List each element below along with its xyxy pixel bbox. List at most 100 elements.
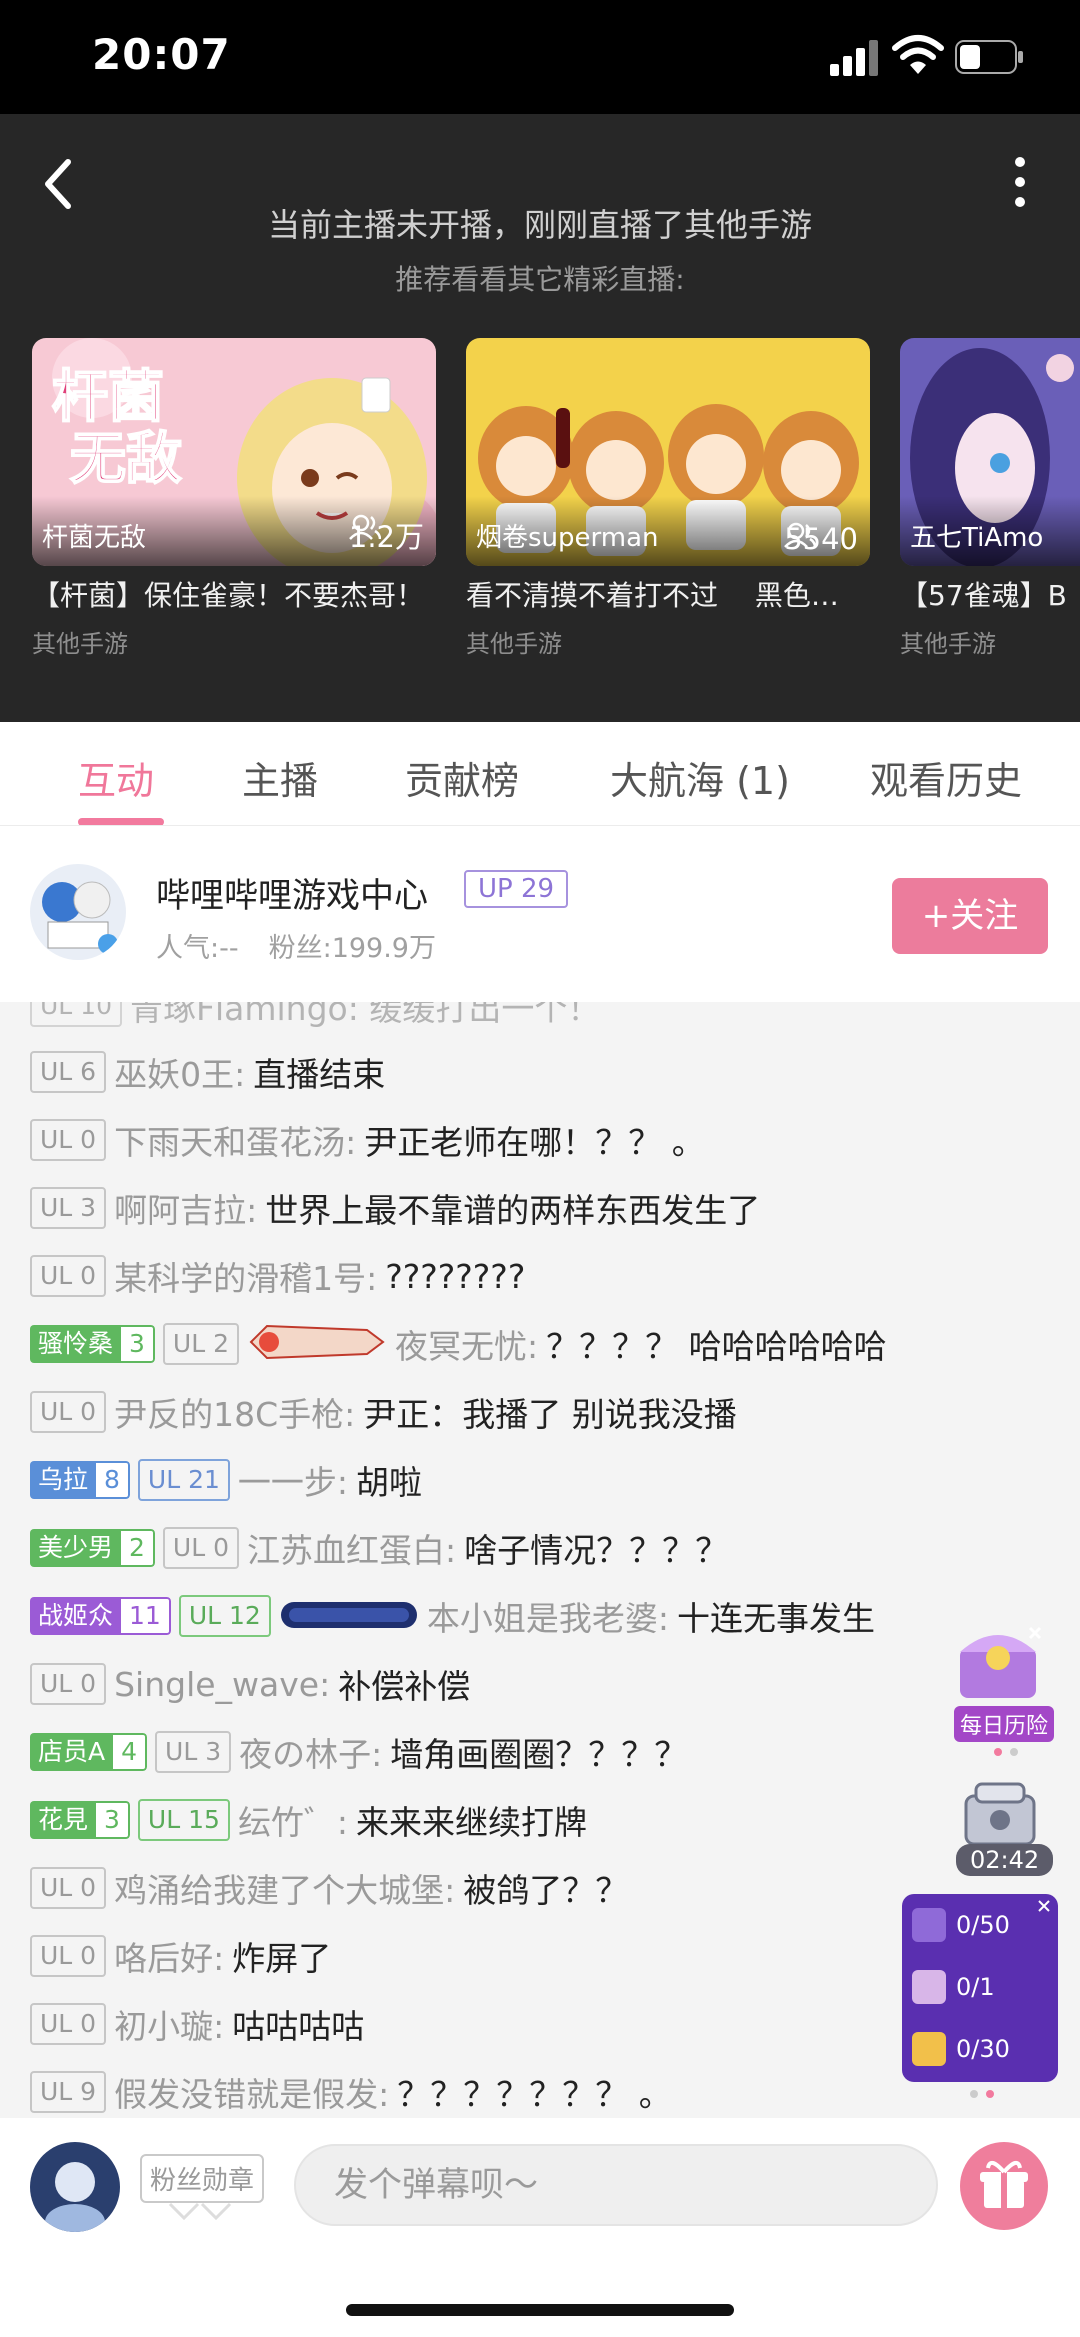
chat-text: 胡啦 bbox=[356, 1463, 423, 1502]
fans-count: 粉丝:199.9万 bbox=[268, 933, 436, 964]
chat-username[interactable]: 尹反的18C手枪: bbox=[114, 1388, 355, 1436]
box-timer-widget[interactable]: 02:42 bbox=[952, 1778, 1062, 1876]
medal-level: 8 bbox=[96, 1461, 130, 1499]
chat-username[interactable]: 本小姐是我老婆: bbox=[427, 1592, 669, 1640]
chat-text: ？？？？ 哈哈哈哈哈哈 bbox=[546, 1327, 887, 1366]
fan-medal-badge: 花見 3 bbox=[30, 1801, 130, 1839]
user-avatar[interactable] bbox=[30, 2142, 120, 2232]
fan-medal-button[interactable]: 粉丝勋章 bbox=[140, 2154, 265, 2203]
chat-username[interactable]: 一一步: bbox=[238, 1456, 348, 1504]
user-level-badge: UL 0 bbox=[30, 1255, 107, 1297]
live-card[interactable]: 五七TiAmo 【57雀魂】B 其他手游 bbox=[900, 338, 1080, 659]
fan-medal-badge: 骚怜桑 3 bbox=[30, 1325, 155, 1363]
tab-interaction[interactable]: 互动 bbox=[78, 750, 154, 805]
user-level-badge: UL 10 bbox=[30, 1002, 122, 1027]
medal-name: 美少男 bbox=[30, 1529, 122, 1567]
medal-level: 11 bbox=[121, 1597, 171, 1635]
follow-button[interactable]: +关注 bbox=[892, 878, 1048, 954]
chat-message: 美少男 2 UL 0 江苏血红蛋白: 啥子情况？？？？ bbox=[30, 1526, 728, 1570]
input-bar: 粉丝勋章 发个弹幕呗～ bbox=[0, 2118, 1080, 2337]
live-card[interactable]: 烟卷superman 5540 看不清摸不着打不过 黑色… 其他手游 bbox=[466, 338, 870, 659]
chat-username[interactable]: 夜冥无忧: bbox=[395, 1320, 538, 1368]
live-thumbnail[interactable]: 五七TiAmo bbox=[900, 338, 1080, 566]
chat-username[interactable]: 鸡涌给我建了个大城堡: bbox=[114, 1864, 455, 1912]
chat-text: 咕咕咕咕 bbox=[232, 2007, 365, 2046]
chat-message: UL 0 鸡涌给我建了个大城堡: 被鸽了？？ bbox=[30, 1866, 628, 1910]
medal-name: 战姬众 bbox=[30, 1597, 122, 1635]
viewers-icon bbox=[348, 514, 381, 540]
live-title: 看不清摸不着打不过 黑色… bbox=[466, 579, 839, 612]
medal-name: 骚怜桑 bbox=[30, 1325, 122, 1363]
live-title: 【57雀魂】B bbox=[900, 579, 1067, 612]
svg-text:杆菌: 杆菌 bbox=[52, 365, 164, 430]
gift-button[interactable] bbox=[960, 2142, 1048, 2230]
chat-text: 十连无事发生 bbox=[676, 1599, 875, 1638]
chat-text: 啥子情况？？？？ bbox=[464, 1531, 729, 1570]
live-category: 其他手游 bbox=[466, 630, 562, 658]
tab-contribution-rank[interactable]: 贡献榜 bbox=[405, 750, 519, 805]
popularity: 人气:-- bbox=[156, 933, 239, 964]
chat-message: UL 9 假发没错就是假发:？？？？？？？ 。 bbox=[30, 2070, 672, 2114]
task-panel[interactable]: 0/50 0/1 0/30 bbox=[902, 1894, 1058, 2082]
live-thumbnail[interactable]: 杆菌 无敌 杆菌无敌 1.2万 bbox=[32, 338, 436, 566]
tab-guard[interactable]: 大航海 (1) bbox=[610, 750, 790, 805]
live-card[interactable]: 杆菌 无敌 杆菌无敌 1.2万 【杆菌】保住雀豪！不要杰哥！ 其他手游 bbox=[32, 338, 436, 659]
chat-text: 来来来继续打牌 bbox=[356, 1803, 588, 1842]
chat-username[interactable]: 假发没错就是假发: bbox=[114, 2068, 389, 2116]
tab-anchor[interactable]: 主播 bbox=[242, 750, 318, 805]
user-level-badge: UL 3 bbox=[30, 1187, 107, 1229]
chat-message: UL 0 尹反的18C手枪: 尹正：我播了 别说我没播 bbox=[30, 1390, 737, 1434]
anchor-info: 哔哩哔哩游戏中心 UP 29 人气:-- 粉丝:199.9万 +关注 bbox=[0, 826, 1080, 1002]
chat-username[interactable]: 江苏血红蛋白: bbox=[247, 1524, 456, 1572]
medal-name: 乌拉 bbox=[30, 1461, 97, 1499]
medal-name: 店员A bbox=[30, 1733, 114, 1771]
close-icon[interactable] bbox=[1036, 1898, 1052, 1914]
live-title: 【杆菌】保住雀豪！不要杰哥！ bbox=[32, 579, 425, 612]
chat-username[interactable]: 纭竹゛: bbox=[238, 1796, 348, 1844]
live-category: 其他手游 bbox=[900, 630, 996, 658]
status-bar: 20:07 bbox=[0, 0, 1080, 114]
chat-username[interactable]: 咯后好: bbox=[114, 1932, 224, 1980]
danmaku-input[interactable]: 发个弹幕呗～ bbox=[294, 2144, 938, 2226]
daily-adventure-widget[interactable]: 每日历险 bbox=[950, 1618, 1060, 1756]
medal-level: 4 bbox=[113, 1733, 148, 1771]
chat-username[interactable]: 夜の林子: bbox=[239, 1728, 382, 1776]
view-count: 5540 bbox=[784, 522, 858, 556]
medal-level: 2 bbox=[121, 1529, 155, 1567]
user-level-badge: UL 0 bbox=[162, 1527, 240, 1569]
chat-username[interactable]: 下雨天和蛋花汤: bbox=[114, 1116, 356, 1164]
chat-message: 战姬众 11 UL 12 本小姐是我老婆: 十连无事发生 bbox=[30, 1594, 875, 1638]
user-level-badge: UL 0 bbox=[30, 1935, 107, 1977]
title-badge-icon bbox=[279, 1594, 419, 1638]
chat-username[interactable]: 某科学的滑稽1号: bbox=[114, 1252, 377, 1300]
user-level-badge: UL 9 bbox=[30, 2071, 107, 2113]
chat-username[interactable]: Single_wave: bbox=[114, 1665, 330, 1704]
chat-message: 店员A 4 UL 3 夜の林子: 墙角画圈圈？？？？ bbox=[30, 1730, 687, 1774]
treasure-chest-icon bbox=[960, 1626, 1042, 1698]
chat-message: UL 10 青琢Flamingo: 缓缓打出一个！ bbox=[30, 1002, 600, 1028]
user-level-badge: UL 3 bbox=[155, 1731, 232, 1773]
chat-message: UL 0 Single_wave: 补偿补偿 bbox=[30, 1662, 470, 1706]
chat-message: UL 0 某科学的滑稽1号:???????? bbox=[30, 1254, 525, 1298]
task-progress: 0/30 bbox=[956, 2035, 1010, 2063]
clock: 20:07 bbox=[92, 30, 231, 79]
viewers-icon bbox=[784, 522, 817, 548]
chat-message: UL 0 咯后好: 炸屏了 bbox=[30, 1934, 331, 1978]
fan-medal-badge: 战姬众 11 bbox=[30, 1597, 171, 1635]
tab-watch-history[interactable]: 观看历史 bbox=[870, 750, 1022, 805]
chat-message: UL 6 巫妖0王: 直播结束 bbox=[30, 1050, 385, 1094]
chevron-down-icon bbox=[168, 2202, 232, 2221]
live-thumbnail[interactable]: 烟卷superman 5540 bbox=[466, 338, 870, 566]
chat-username[interactable]: 巫妖0王: bbox=[114, 1048, 245, 1096]
user-level-badge: UL 0 bbox=[30, 1867, 107, 1909]
anchor-avatar[interactable] bbox=[30, 864, 126, 960]
chat-username[interactable]: 初小璇: bbox=[114, 2000, 224, 2048]
chat-text: 尹正：我播了 别说我没播 bbox=[363, 1395, 737, 1434]
chat-username[interactable]: 啊阿吉拉: bbox=[114, 1184, 257, 1232]
fan-medal-badge: 美少男 2 bbox=[30, 1529, 155, 1567]
task-item: 0/1 bbox=[912, 1970, 995, 2004]
signal-icon bbox=[830, 40, 878, 76]
title-badge-icon bbox=[247, 1322, 387, 1366]
box-countdown: 02:42 bbox=[956, 1844, 1054, 1876]
daily-adventure-label: 每日历险 bbox=[954, 1706, 1055, 1742]
